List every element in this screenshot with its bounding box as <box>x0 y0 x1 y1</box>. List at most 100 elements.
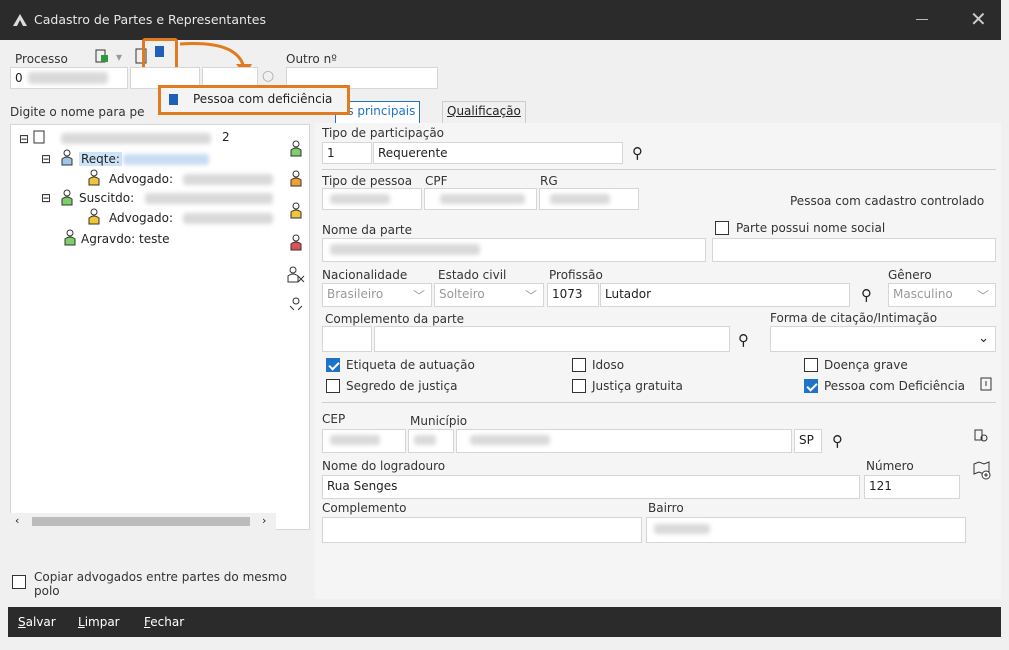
remove-party-icon[interactable] <box>287 266 305 283</box>
chevron-down-icon: ⌄ <box>978 331 989 346</box>
profissao-code-input[interactable]: 1073 <box>547 283 599 307</box>
fechar-button[interactable]: Fechar <box>144 615 184 629</box>
chevron-down-icon[interactable]: ▾ <box>116 50 122 64</box>
deficiency-icon[interactable] <box>155 46 164 57</box>
redacted-text <box>61 133 211 144</box>
complemento-input[interactable] <box>322 517 642 543</box>
nacionalidade-select[interactable]: Brasileiro ﹀ <box>322 283 432 307</box>
outro-label: Outro nº <box>286 52 337 66</box>
divider <box>322 169 996 170</box>
field-value: 1 <box>327 146 335 160</box>
minimize-button[interactable] <box>916 19 928 20</box>
button-bar: Salvar Limpar Fechar <box>8 607 1001 637</box>
doenca-grave-checkbox[interactable] <box>804 358 818 372</box>
processo-label: Processo <box>15 52 68 66</box>
logradouro-input[interactable]: Rua Senges <box>322 475 860 499</box>
tree-expander[interactable]: ⊟ <box>19 132 29 146</box>
horizontal-scrollbar[interactable]: ‹ › <box>10 513 276 530</box>
redacted-text <box>330 194 390 204</box>
idoso-checkbox[interactable] <box>572 358 586 372</box>
numero-input[interactable]: 121 <box>864 475 960 499</box>
redacted-text <box>28 72 108 84</box>
scrollbar-thumb[interactable] <box>32 517 250 526</box>
tree-item-advogado[interactable]: Advogado: <box>109 211 173 225</box>
swap-party-icon[interactable] <box>288 296 304 313</box>
limpar-button[interactable]: Limpar <box>78 615 120 629</box>
menu-item-pessoa-deficiencia[interactable]: Pessoa com deficiência <box>193 92 332 106</box>
tree-item-agravdo[interactable]: Agravdo: teste <box>81 232 169 246</box>
processo-value: 0 <box>15 71 23 85</box>
tree-item-suscitdo[interactable]: Suscitdo: <box>79 191 134 205</box>
field-value: Rua Senges <box>327 479 398 493</box>
etiqueta-label: Etiqueta de autuação <box>346 358 475 372</box>
pessoa-deficiencia-checkbox[interactable] <box>804 379 818 393</box>
profissao-label: Profissão <box>549 268 603 282</box>
search-icon[interactable]: ⚲ <box>738 331 749 349</box>
complemento-label: Complemento <box>322 501 407 515</box>
forma-citacao-select[interactable]: ⌄ <box>770 326 996 352</box>
field-value: SP <box>799 433 814 447</box>
search-icon[interactable]: ○ <box>262 68 274 84</box>
cadastro-controlado-text: Pessoa com cadastro controlado <box>790 194 985 208</box>
nome-social-input[interactable] <box>712 238 996 262</box>
uf-input[interactable]: SP <box>794 429 822 453</box>
divider <box>322 402 996 403</box>
close-button[interactable]: ✕ <box>970 9 987 29</box>
tipo-participacao-label: Tipo de participação <box>322 126 445 140</box>
nome-social-checkbox[interactable] <box>715 221 729 235</box>
redacted-text <box>470 435 550 445</box>
redacted-text <box>183 174 273 185</box>
lawyer-icon <box>88 169 100 186</box>
search-icon[interactable]: ⚲ <box>832 432 843 450</box>
profissao-input[interactable]: Lutador <box>600 283 850 307</box>
chevron-down-icon: ﹀ <box>976 289 989 303</box>
add-lawyer-icon[interactable] <box>289 170 303 187</box>
cep-label: CEP <box>322 412 346 426</box>
search-address-icon[interactable] <box>972 428 990 446</box>
complemento-parte-code-input[interactable] <box>322 326 372 352</box>
nome-social-label: Parte possui nome social <box>736 221 886 235</box>
redacted-text <box>654 524 710 534</box>
cpf-label: CPF <box>425 174 448 188</box>
details-icon[interactable] <box>980 377 992 391</box>
tipo-participacao-input[interactable]: Requerente <box>373 142 623 164</box>
redacted-text <box>414 435 436 445</box>
search-icon[interactable]: ⚲ <box>632 144 643 162</box>
etiqueta-checkbox[interactable] <box>326 358 340 372</box>
field-value: Lutador <box>605 287 652 301</box>
document-icon <box>33 130 45 144</box>
field-value: 1073 <box>552 287 583 301</box>
scroll-right-icon[interactable]: › <box>262 514 266 527</box>
genero-select[interactable]: Masculino ﹀ <box>888 283 996 307</box>
search-icon[interactable]: ⚲ <box>861 286 872 304</box>
new-process-icon[interactable] <box>94 48 110 64</box>
tree-item-label: Advogado: <box>109 211 174 225</box>
field-value: 121 <box>869 479 892 493</box>
scroll-left-icon[interactable]: ‹ <box>15 514 19 527</box>
parties-tree[interactable]: ⊟ 2 ⊟ Reqte: Advogado: ⊟ Suscitdo: Advog… <box>10 124 310 530</box>
logradouro-label: Nome do logradouro <box>322 459 446 473</box>
tree-expander[interactable]: ⊟ <box>41 191 51 205</box>
tipo-pessoa-label: Tipo de pessoa <box>322 174 413 188</box>
redacted-text <box>440 194 525 204</box>
justica-gratuita-checkbox[interactable] <box>572 379 586 393</box>
copy-lawyers-checkbox[interactable] <box>12 575 26 589</box>
complemento-parte-input[interactable] <box>374 326 730 352</box>
salvar-button[interactable]: Salvar <box>18 615 56 629</box>
add-representative-icon[interactable] <box>289 202 303 219</box>
add-party-icon[interactable] <box>289 140 303 157</box>
tipo-participacao-code-input[interactable]: 1 <box>322 142 372 164</box>
estado-civil-select[interactable]: Solteiro ﹀ <box>434 283 544 307</box>
tree-expander[interactable]: ⊟ <box>41 152 51 166</box>
tree-item-reqte[interactable]: Reqte: <box>79 152 122 166</box>
tab-qualificacao[interactable]: Qualificação <box>442 101 526 123</box>
map-add-icon[interactable] <box>972 460 992 480</box>
deficiency-icon <box>169 94 178 105</box>
tree-item-label: Agravdo: teste <box>81 232 170 246</box>
tree-item-advogado[interactable]: Advogado: <box>109 172 173 186</box>
search-input[interactable]: Digite o nome para pe <box>10 105 145 119</box>
tree-root-suffix: 2 <box>222 130 230 144</box>
add-third-party-icon[interactable] <box>289 234 303 251</box>
segredo-justica-checkbox[interactable] <box>326 379 340 393</box>
person-icon <box>61 149 73 166</box>
